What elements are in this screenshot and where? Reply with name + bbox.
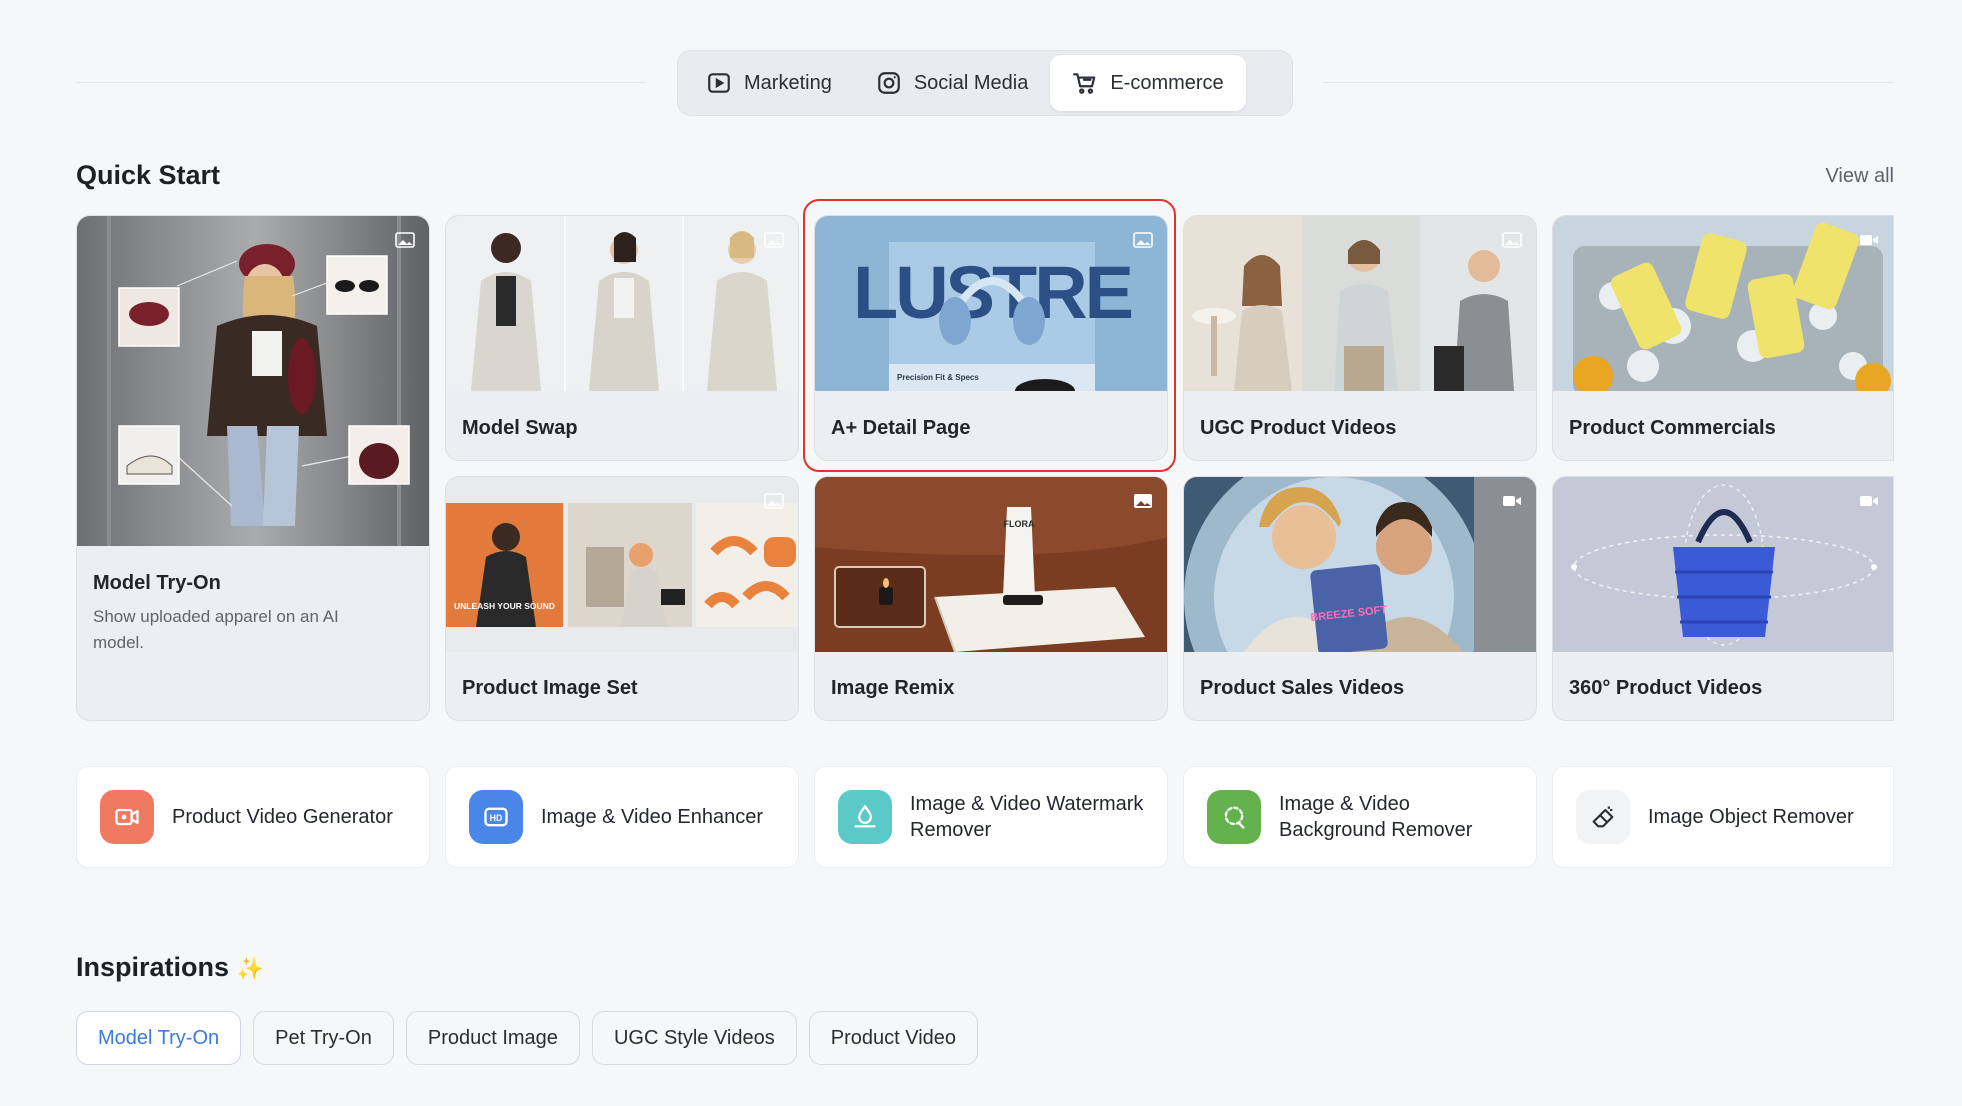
eraser-icon xyxy=(1592,806,1614,828)
tab-divider-right xyxy=(1323,82,1894,83)
chip-product-video[interactable]: Product Video xyxy=(808,1011,979,1065)
quick-start-title: Quick Start xyxy=(76,160,221,190)
tab-social-media[interactable]: Social Media xyxy=(854,55,1051,111)
background-remove-icon xyxy=(1224,806,1245,829)
tool-icon-box: HD xyxy=(469,790,523,844)
tool-object-remover[interactable]: Image Object Remover xyxy=(1552,766,1894,868)
video-icon xyxy=(1503,496,1521,506)
image-icon xyxy=(1502,232,1522,248)
chip-pet-try-on[interactable]: Pet Try-On xyxy=(253,1011,394,1065)
video-icon xyxy=(1860,496,1878,506)
instagram-icon xyxy=(877,72,900,94)
model-swap-thumbnail xyxy=(446,216,798,391)
tab-e-commerce[interactable]: E-commerce xyxy=(1050,55,1246,111)
card-ugc-product-videos[interactable]: UGC Product Videos xyxy=(1183,215,1537,461)
image-remix-thumbnail: FLORA xyxy=(815,477,1167,652)
a-plus-detail-page-thumbnail: LUSTRE Precision Fit & Specs xyxy=(815,216,1167,391)
tool-icon-box xyxy=(100,790,154,844)
tab-divider-left xyxy=(76,82,646,83)
image-icon xyxy=(764,493,784,509)
image-icon xyxy=(1134,494,1152,508)
card-model-swap[interactable]: Model Swap xyxy=(445,215,799,461)
tool-image-video-enhancer[interactable]: HD Image & Video Enhancer xyxy=(445,766,799,868)
card-description: Show uploaded apparel on an AI model. xyxy=(93,607,339,652)
card-label: Product Image Set xyxy=(462,677,638,699)
flora-text: FLORA xyxy=(1004,519,1035,529)
tab-label: E-commerce xyxy=(1110,71,1224,94)
unleash-text: UNLEASH YOUR SOUND xyxy=(454,601,555,611)
inspirations-title-text: Inspirations xyxy=(76,952,230,982)
tool-label: Image & Video Enhancer xyxy=(541,806,764,828)
tool-label: Image Object Remover xyxy=(1648,806,1854,828)
product-image-set-thumbnail: UNLEASH YOUR SOUND xyxy=(446,477,798,652)
ugc-product-videos-thumbnail xyxy=(1184,216,1536,391)
tab-label: Marketing xyxy=(744,71,832,94)
cart-icon xyxy=(1073,73,1096,94)
tool-watermark-remover[interactable]: Image & Video Watermark Remover xyxy=(814,766,1168,868)
lustre-sub-text: Precision Fit & Specs xyxy=(897,373,979,382)
card-model-try-on[interactable]: Model Try-On Show uploaded apparel on an… xyxy=(76,215,430,721)
card-360-product-videos[interactable]: 360° Product Videos xyxy=(1552,476,1894,721)
svg-text:HD: HD xyxy=(490,813,503,823)
tab-label: Social Media xyxy=(913,71,1029,94)
watermark-icon xyxy=(854,804,876,828)
tool-icon-box xyxy=(1207,790,1261,844)
card-a-plus-detail-page[interactable]: LUSTRE Precision Fit & Specs A+ Detail P… xyxy=(814,215,1168,461)
video-camera-icon xyxy=(115,808,139,826)
tool-background-remover[interactable]: Image & Video Background Remover xyxy=(1183,766,1537,868)
video-icon xyxy=(1860,235,1878,245)
product-sales-videos-thumbnail: BREEZE SOFT xyxy=(1184,477,1536,652)
hd-icon: HD xyxy=(484,807,508,827)
tool-label: Image & Video Background Remover xyxy=(1279,793,1473,841)
lustre-text: LUSTRE xyxy=(853,251,1132,334)
tab-marketing[interactable]: Marketing xyxy=(684,55,854,111)
image-icon xyxy=(764,232,784,248)
tool-label: Product Video Generator xyxy=(172,806,393,828)
model-try-on-thumbnail xyxy=(77,216,429,546)
tool-icon-box xyxy=(838,790,892,844)
card-label: Model Try-On xyxy=(93,572,221,594)
inspirations-title: Inspirations ✨ xyxy=(76,952,264,983)
image-icon xyxy=(395,232,415,248)
card-label: UGC Product Videos xyxy=(1200,417,1397,439)
sparkle-icon: ✨ xyxy=(236,956,264,981)
card-label: Product Sales Videos xyxy=(1200,677,1405,699)
tool-icon-box xyxy=(1576,790,1630,844)
chip-model-try-on[interactable]: Model Try-On xyxy=(76,1011,242,1065)
card-label: Model Swap xyxy=(462,417,578,439)
image-icon xyxy=(1133,232,1153,248)
category-tabs: Marketing Social Media E-commerce xyxy=(677,50,1293,116)
card-label: Product Commercials xyxy=(1569,417,1776,439)
card-image-remix[interactable]: FLORA Image Remix xyxy=(814,476,1168,721)
card-product-sales-videos[interactable]: BREEZE SOFT Product Sales Videos xyxy=(1183,476,1537,721)
chip-ugc-style-videos[interactable]: UGC Style Videos xyxy=(591,1011,797,1065)
play-square-icon xyxy=(708,73,730,93)
inspiration-chips: Model Try-On Pet Try-On Product Image UG… xyxy=(76,1011,979,1065)
view-all-link[interactable]: View all xyxy=(1825,165,1894,188)
card-product-commercials[interactable]: Product Commercials xyxy=(1552,215,1894,461)
product-commercials-thumbnail xyxy=(1553,216,1893,391)
360-product-videos-thumbnail xyxy=(1553,477,1893,652)
card-label: Image Remix xyxy=(831,677,955,699)
card-product-image-set[interactable]: UNLEASH YOUR SOUND Product Image Set xyxy=(445,476,799,721)
card-label: 360° Product Videos xyxy=(1569,677,1763,699)
card-label: A+ Detail Page xyxy=(831,417,971,439)
tool-product-video-generator[interactable]: Product Video Generator xyxy=(76,766,430,868)
chip-product-image[interactable]: Product Image xyxy=(405,1011,580,1065)
tool-label: Image & Video Watermark Remover xyxy=(910,793,1144,841)
